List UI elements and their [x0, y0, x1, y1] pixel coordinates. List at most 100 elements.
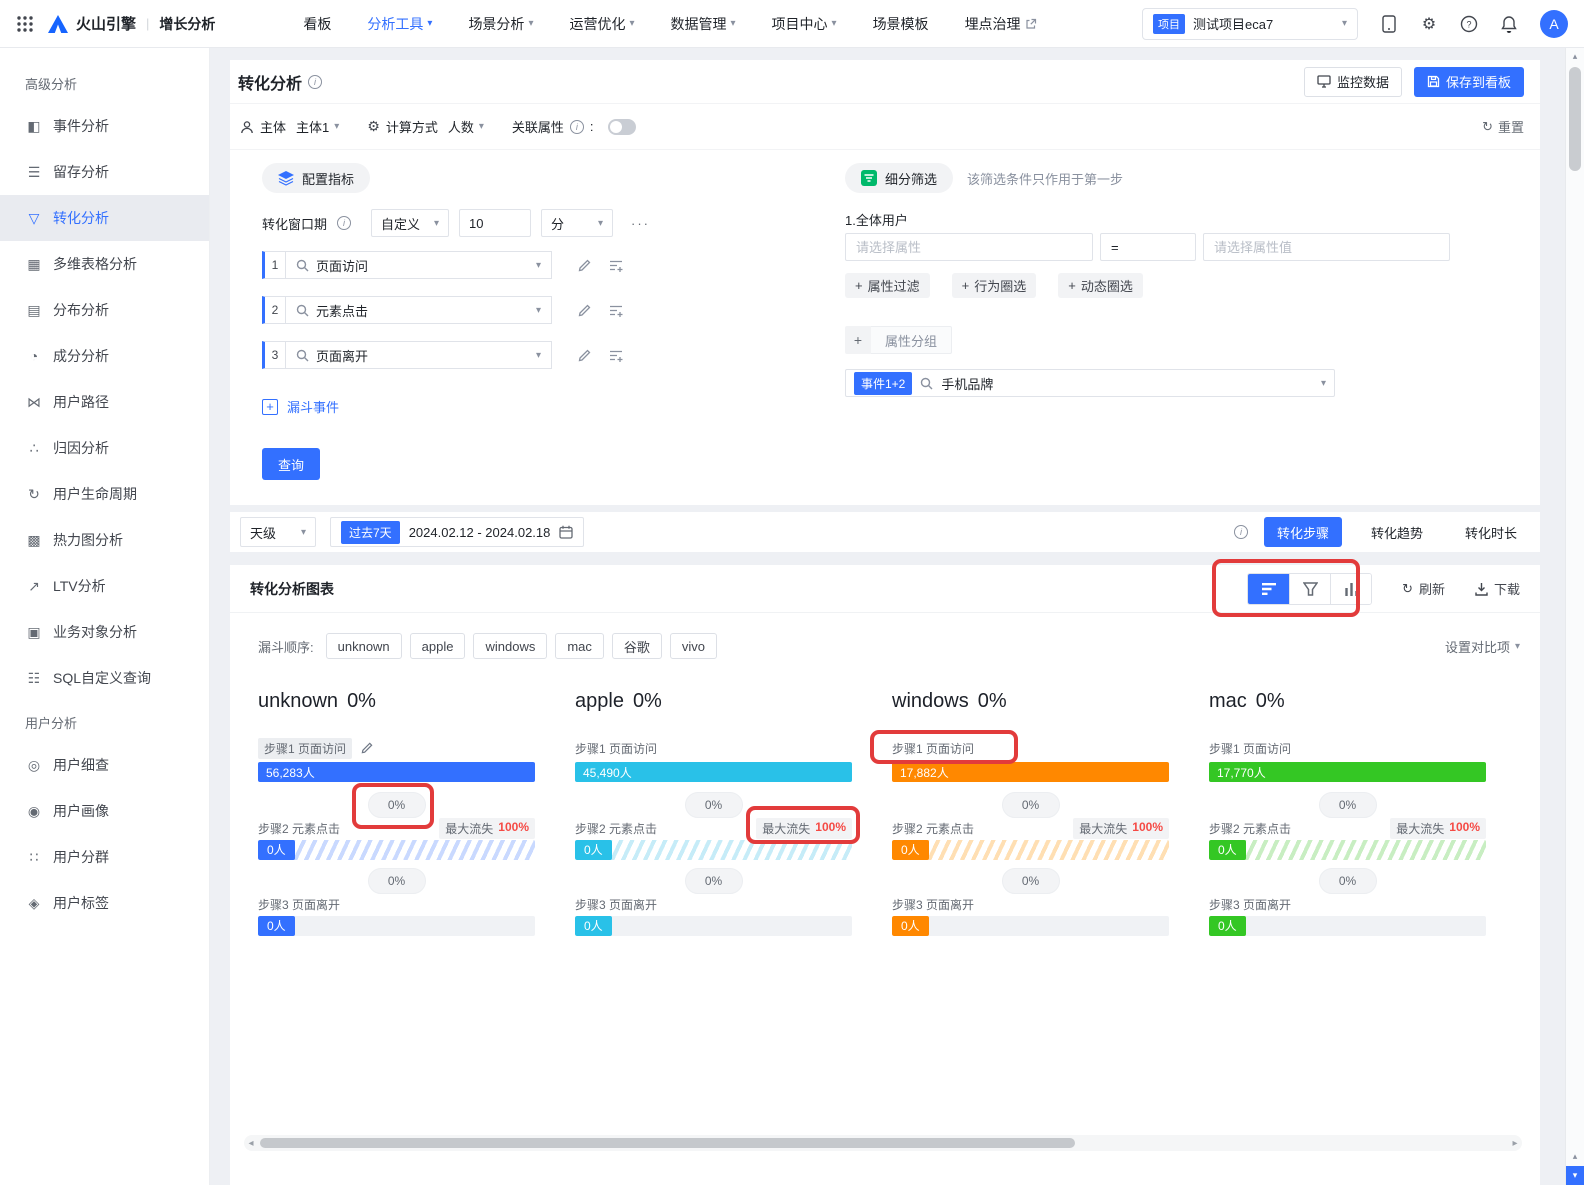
- sidebar-item-user-inspection[interactable]: ◎ 用户细查: [0, 742, 209, 788]
- order-tag-apple[interactable]: apple: [410, 633, 466, 659]
- query-button[interactable]: 查询: [262, 448, 320, 480]
- window-type-select[interactable]: 自定义▾: [371, 209, 449, 237]
- edit-step-icon[interactable]: [576, 257, 592, 273]
- step1-label[interactable]: 步骤1 页面访问: [258, 738, 352, 759]
- info-icon[interactable]: i: [337, 216, 351, 230]
- vertical-scroll-thumb[interactable]: [1569, 67, 1581, 171]
- download-button[interactable]: 下载: [1475, 579, 1520, 598]
- nav-item-scene-templates[interactable]: 场景模板: [873, 14, 929, 34]
- order-tag-unknown[interactable]: unknown: [326, 633, 402, 659]
- tab-conversion-trend[interactable]: 转化趋势: [1358, 517, 1436, 547]
- nav-item-ops-optimization[interactable]: 运营优化▾: [569, 14, 634, 34]
- add-group-by-button[interactable]: +: [845, 326, 871, 354]
- subject-select[interactable]: 主体1▾: [296, 117, 339, 136]
- sidebar-item-heatmap-analysis[interactable]: ▩ 热力图分析: [0, 517, 209, 563]
- nav-item-project-center[interactable]: 项目中心▾: [772, 14, 837, 34]
- date-range-picker[interactable]: 过去7天 2024.02.12 - 2024.02.18: [330, 517, 584, 547]
- order-tag-vivo[interactable]: vivo: [670, 633, 717, 659]
- nav-item-analysis-tools[interactable]: 分析工具▾: [367, 14, 432, 34]
- add-attribute-filter-button[interactable]: +属性过滤: [845, 273, 930, 298]
- attribute-value-input[interactable]: [1203, 233, 1450, 261]
- info-icon[interactable]: i: [570, 120, 584, 134]
- step-event-select-1[interactable]: 页面访问 ▾: [286, 251, 552, 279]
- sidebar-item-composition-analysis[interactable]: ◔ 成分分析: [0, 333, 209, 379]
- vertical-scrollbar[interactable]: ▴ ▴ ▾: [1565, 48, 1584, 1185]
- window-value-input[interactable]: [459, 209, 531, 237]
- attribute-select-input[interactable]: [845, 233, 1093, 261]
- sidebar-item-user-tags[interactable]: ◈ 用户标签: [0, 880, 209, 926]
- scroll-up-icon[interactable]: ▴: [1566, 1148, 1584, 1165]
- set-comparison-button[interactable]: 设置对比项▾: [1445, 637, 1520, 656]
- nav-item-scene-analysis[interactable]: 场景分析▾: [468, 14, 533, 34]
- scroll-left-icon[interactable]: ◂: [244, 1138, 258, 1149]
- sidebar-item-sql-query[interactable]: ☷ SQL自定义查询: [0, 655, 209, 701]
- scroll-right-icon[interactable]: ▸: [1508, 1138, 1522, 1149]
- sidebar-item-business-object-analysis[interactable]: ▣ 业务对象分析: [0, 609, 209, 655]
- sidebar-item-retention-analysis[interactable]: ☰ 留存分析: [0, 149, 209, 195]
- notifications-bell-icon[interactable]: [1500, 15, 1518, 33]
- add-step-filter-icon[interactable]: [608, 302, 624, 318]
- info-icon[interactable]: i: [1234, 525, 1248, 539]
- step-event-select-2[interactable]: 元素点击 ▾: [286, 296, 552, 324]
- more-options-icon[interactable]: ···: [631, 216, 650, 231]
- order-tag-mac[interactable]: mac: [555, 633, 604, 659]
- operator-select-input[interactable]: [1100, 233, 1196, 261]
- sidebar-item-distribution-analysis[interactable]: ▤ 分布分析: [0, 287, 209, 333]
- mobile-app-icon[interactable]: [1380, 15, 1398, 33]
- tab-conversion-duration[interactable]: 转化时长: [1452, 517, 1530, 547]
- settings-gear-icon[interactable]: ⚙: [1420, 15, 1438, 33]
- granularity-select[interactable]: 天级▾: [240, 517, 316, 547]
- app-grid-icon[interactable]: [16, 15, 34, 33]
- step2-bar: 0人: [258, 840, 535, 860]
- sidebar-item-ltv-analysis[interactable]: ↗ LTV分析: [0, 563, 209, 609]
- nav-item-data-management[interactable]: 数据管理▾: [671, 14, 736, 34]
- tab-conversion-steps[interactable]: 转化步骤: [1264, 517, 1342, 547]
- sidebar-item-user-lifecycle[interactable]: ↻ 用户生命周期: [0, 471, 209, 517]
- user-tag-icon: ◈: [25, 895, 43, 912]
- edit-step-icon[interactable]: [576, 302, 592, 318]
- nav-item-tracking-governance[interactable]: 埋点治理: [965, 14, 1037, 34]
- add-behavior-select-button[interactable]: +行为圈选: [952, 273, 1037, 298]
- plus-icon: +: [1068, 278, 1076, 293]
- info-icon[interactable]: i: [308, 75, 322, 89]
- add-funnel-event-button[interactable]: + 漏斗事件: [262, 397, 339, 416]
- sidebar-item-user-path[interactable]: ⋈ 用户路径: [0, 379, 209, 425]
- reset-button[interactable]: ↻ 重置: [1482, 117, 1524, 136]
- view-funnel-button[interactable]: [1289, 574, 1330, 604]
- edit-step-icon[interactable]: [359, 740, 375, 756]
- group-by-label[interactable]: 属性分组: [871, 326, 952, 354]
- horizontal-scroll-track[interactable]: [258, 1137, 1508, 1149]
- scroll-down-icon[interactable]: ▾: [1566, 1166, 1584, 1185]
- view-step-bars-button[interactable]: [1248, 574, 1289, 604]
- view-bar-chart-button[interactable]: [1330, 574, 1371, 604]
- order-tag-windows[interactable]: windows: [473, 633, 547, 659]
- sidebar-item-attribution-analysis[interactable]: ∴ 归因分析: [0, 425, 209, 471]
- segment-filter-chip[interactable]: 细分筛选: [845, 163, 953, 193]
- group-by-field-select[interactable]: 事件1+2 手机品牌 ▾: [845, 369, 1335, 397]
- horizontal-scroll-thumb[interactable]: [260, 1138, 1075, 1148]
- order-tag-google[interactable]: 谷歌: [612, 633, 662, 659]
- edit-step-icon[interactable]: [576, 347, 592, 363]
- add-step-filter-icon[interactable]: [608, 257, 624, 273]
- help-icon[interactable]: ?: [1460, 15, 1478, 33]
- horizontal-scrollbar[interactable]: ◂ ▸: [244, 1135, 1522, 1151]
- sidebar-item-conversion-analysis[interactable]: ▽ 转化分析: [0, 195, 209, 241]
- sidebar-item-user-segments[interactable]: ∷ 用户分群: [0, 834, 209, 880]
- avatar[interactable]: A: [1540, 10, 1568, 38]
- window-unit-select[interactable]: 分▾: [541, 209, 613, 237]
- project-selector[interactable]: 项目 测试项目eca7 ▾: [1142, 8, 1358, 40]
- monitor-data-button[interactable]: 监控数据: [1304, 67, 1402, 97]
- add-step-filter-icon[interactable]: [608, 347, 624, 363]
- sidebar-item-pivot-table-analysis[interactable]: ▦ 多维表格分析: [0, 241, 209, 287]
- configure-indicator-chip[interactable]: 配置指标: [262, 163, 370, 193]
- scroll-up-icon[interactable]: ▴: [1566, 48, 1584, 65]
- calc-method-select[interactable]: 人数▾: [448, 117, 484, 136]
- save-to-dashboard-button[interactable]: 保存到看板: [1414, 67, 1524, 97]
- nav-item-dashboard[interactable]: 看板: [303, 14, 331, 34]
- assoc-attr-toggle[interactable]: [608, 119, 636, 135]
- refresh-button[interactable]: ↻ 刷新: [1402, 579, 1445, 598]
- add-dynamic-select-button[interactable]: +动态圈选: [1058, 273, 1143, 298]
- sidebar-item-event-analysis[interactable]: ◧ 事件分析: [0, 103, 209, 149]
- sidebar-item-user-portrait[interactable]: ◉ 用户画像: [0, 788, 209, 834]
- step-event-select-3[interactable]: 页面离开 ▾: [286, 341, 552, 369]
